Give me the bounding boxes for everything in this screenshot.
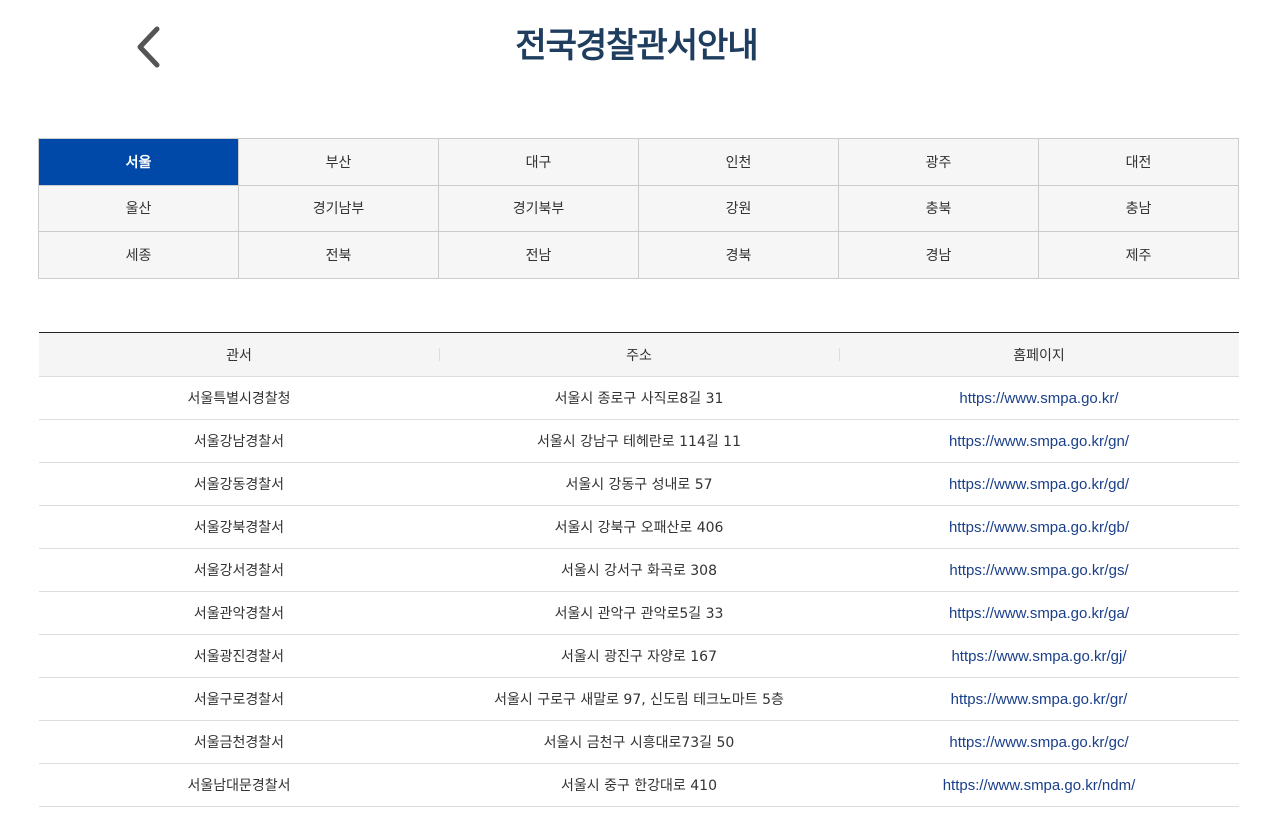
region-tab-grid: 서울 부산 대구 인천 광주 대전울산 경기남부 경기북부 강원 충북 충남세종 전북 전남 경북 경남 제주 (38, 138, 1239, 279)
table-row: 서울구로경찰서 서울시 구로구 새말로 97, 신도림 테크노마트 5층 https… (39, 677, 1239, 721)
homepage-link[interactable]: https://www.smpa.go.kr/gn/ (949, 433, 1129, 450)
station-address: 서울시 강남구 테헤란로 114길 11 (439, 419, 839, 463)
station-name: 서울강동경찰서 (39, 462, 439, 506)
homepage-cell: https://www.smpa.go.kr/ (839, 376, 1239, 420)
homepage-link[interactable]: https://www.smpa.go.kr/ (959, 390, 1118, 407)
homepage-cell: https://www.smpa.go.kr/gs/ (839, 548, 1239, 592)
region-tab[interactable]: 경기북부 (439, 185, 639, 233)
page-title: 전국경찰관서안내 (515, 26, 758, 66)
homepage-cell: https://www.smpa.go.kr/gc/ (839, 720, 1239, 764)
police-station-table: 관서 주소 홈페이지 서울특별시경찰청 서울시 종로구 사직로8길 31 https… (39, 332, 1239, 807)
station-name: 서울관악경찰서 (39, 591, 439, 635)
homepage-cell: https://www.smpa.go.kr/gr/ (839, 677, 1239, 721)
region-tab[interactable]: 충남 (1039, 185, 1239, 233)
homepage-link[interactable]: https://www.smpa.go.kr/gr/ (951, 691, 1128, 708)
region-tab[interactable]: 전남 (439, 232, 639, 279)
station-address: 서울시 중구 한강대로 410 (439, 763, 839, 807)
homepage-cell: https://www.smpa.go.kr/gd/ (839, 462, 1239, 506)
region-tab[interactable]: 경북 (639, 232, 839, 279)
homepage-link[interactable]: https://www.smpa.go.kr/gj/ (951, 648, 1126, 665)
region-tab[interactable]: 서울 (39, 139, 239, 186)
station-name: 서울광진경찰서 (39, 634, 439, 678)
station-address: 서울시 구로구 새말로 97, 신도림 테크노마트 5층 (439, 677, 839, 721)
table-row: 서울강북경찰서 서울시 강북구 오패산로 406 https://www.smpa.… (39, 505, 1239, 549)
homepage-cell: https://www.smpa.go.kr/gb/ (839, 505, 1239, 549)
region-tab[interactable]: 경기남부 (239, 185, 439, 233)
homepage-link[interactable]: https://www.smpa.go.kr/gc/ (949, 734, 1128, 751)
station-address: 서울시 관악구 관악로5길 33 (439, 591, 839, 635)
table-row: 서울강서경찰서 서울시 강서구 화곡로 308 https://www.smpa.g… (39, 548, 1239, 592)
homepage-link[interactable]: https://www.smpa.go.kr/ga/ (949, 605, 1129, 622)
station-name: 서울특별시경찰청 (39, 376, 439, 420)
header-station: 관서 (39, 332, 439, 377)
region-tab[interactable]: 부산 (239, 139, 439, 186)
station-address: 서울시 강서구 화곡로 308 (439, 548, 839, 592)
table-body: 서울특별시경찰청 서울시 종로구 사직로8길 31 https://www.smpa… (39, 376, 1239, 807)
region-tab[interactable]: 울산 (39, 185, 239, 233)
region-tab[interactable]: 제주 (1039, 232, 1239, 279)
region-tab[interactable]: 전북 (239, 232, 439, 279)
table-row: 서울관악경찰서 서울시 관악구 관악로5길 33 https://www.smpa.… (39, 591, 1239, 635)
station-address: 서울시 종로구 사직로8길 31 (439, 376, 839, 420)
homepage-cell: https://www.smpa.go.kr/ga/ (839, 591, 1239, 635)
homepage-link[interactable]: https://www.smpa.go.kr/gb/ (949, 519, 1129, 536)
region-tab[interactable]: 세종 (39, 232, 239, 279)
page: 전국경찰관서안내 서울 부산 대구 인천 광주 대전 울산 경기남부 경기북부 강원 충북 충남 세종 전… (0, 0, 1273, 815)
homepage-link[interactable]: https://www.smpa.go.kr/gd/ (949, 476, 1129, 493)
homepage-link[interactable]: https://www.smpa.go.kr/gs/ (949, 562, 1128, 579)
region-tab[interactable]: 충북 (839, 185, 1039, 233)
header-homepage: 홈페이지 (839, 332, 1239, 377)
station-name: 서울구로경찰서 (39, 677, 439, 721)
station-name: 서울강북경찰서 (39, 505, 439, 549)
homepage-cell: https://www.smpa.go.kr/ndm/ (839, 763, 1239, 807)
header-address: 주소 (439, 332, 839, 377)
region-tab[interactable]: 대구 (439, 139, 639, 186)
homepage-cell: https://www.smpa.go.kr/gn/ (839, 419, 1239, 463)
region-tab[interactable]: 대전 (1039, 139, 1239, 186)
station-address: 서울시 금천구 시흥대로73길 50 (439, 720, 839, 764)
station-address: 서울시 강북구 오패산로 406 (439, 505, 839, 549)
table-row: 서울강남경찰서 서울시 강남구 테헤란로 114길 11 https://www.s… (39, 419, 1239, 463)
station-name: 서울금천경찰서 (39, 720, 439, 764)
table-row: 서울광진경찰서 서울시 광진구 자양로 167 https://www.smpa.g… (39, 634, 1239, 678)
table-row: 서울특별시경찰청 서울시 종로구 사직로8길 31 https://www.smpa… (39, 376, 1239, 420)
homepage-cell: https://www.smpa.go.kr/gj/ (839, 634, 1239, 678)
table-header-row: 관서 주소 홈페이지 (39, 332, 1239, 377)
region-tab[interactable]: 강원 (639, 185, 839, 233)
station-name: 서울강서경찰서 (39, 548, 439, 592)
region-tab[interactable]: 광주 (839, 139, 1039, 186)
station-address: 서울시 광진구 자양로 167 (439, 634, 839, 678)
table-row: 서울강동경찰서 서울시 강동구 성내로 57 https://www.smpa.go… (39, 462, 1239, 506)
table-row: 서울남대문경찰서 서울시 중구 한강대로 410 https://www.smpa.… (39, 763, 1239, 807)
region-tab[interactable]: 인천 (639, 139, 839, 186)
station-address: 서울시 강동구 성내로 57 (439, 462, 839, 506)
station-name: 서울강남경찰서 (39, 419, 439, 463)
region-tab[interactable]: 경남 (839, 232, 1039, 279)
station-name: 서울남대문경찰서 (39, 763, 439, 807)
homepage-link[interactable]: https://www.smpa.go.kr/ndm/ (943, 777, 1136, 794)
table-row: 서울금천경찰서 서울시 금천구 시흥대로73길 50 https://www.smp… (39, 720, 1239, 764)
